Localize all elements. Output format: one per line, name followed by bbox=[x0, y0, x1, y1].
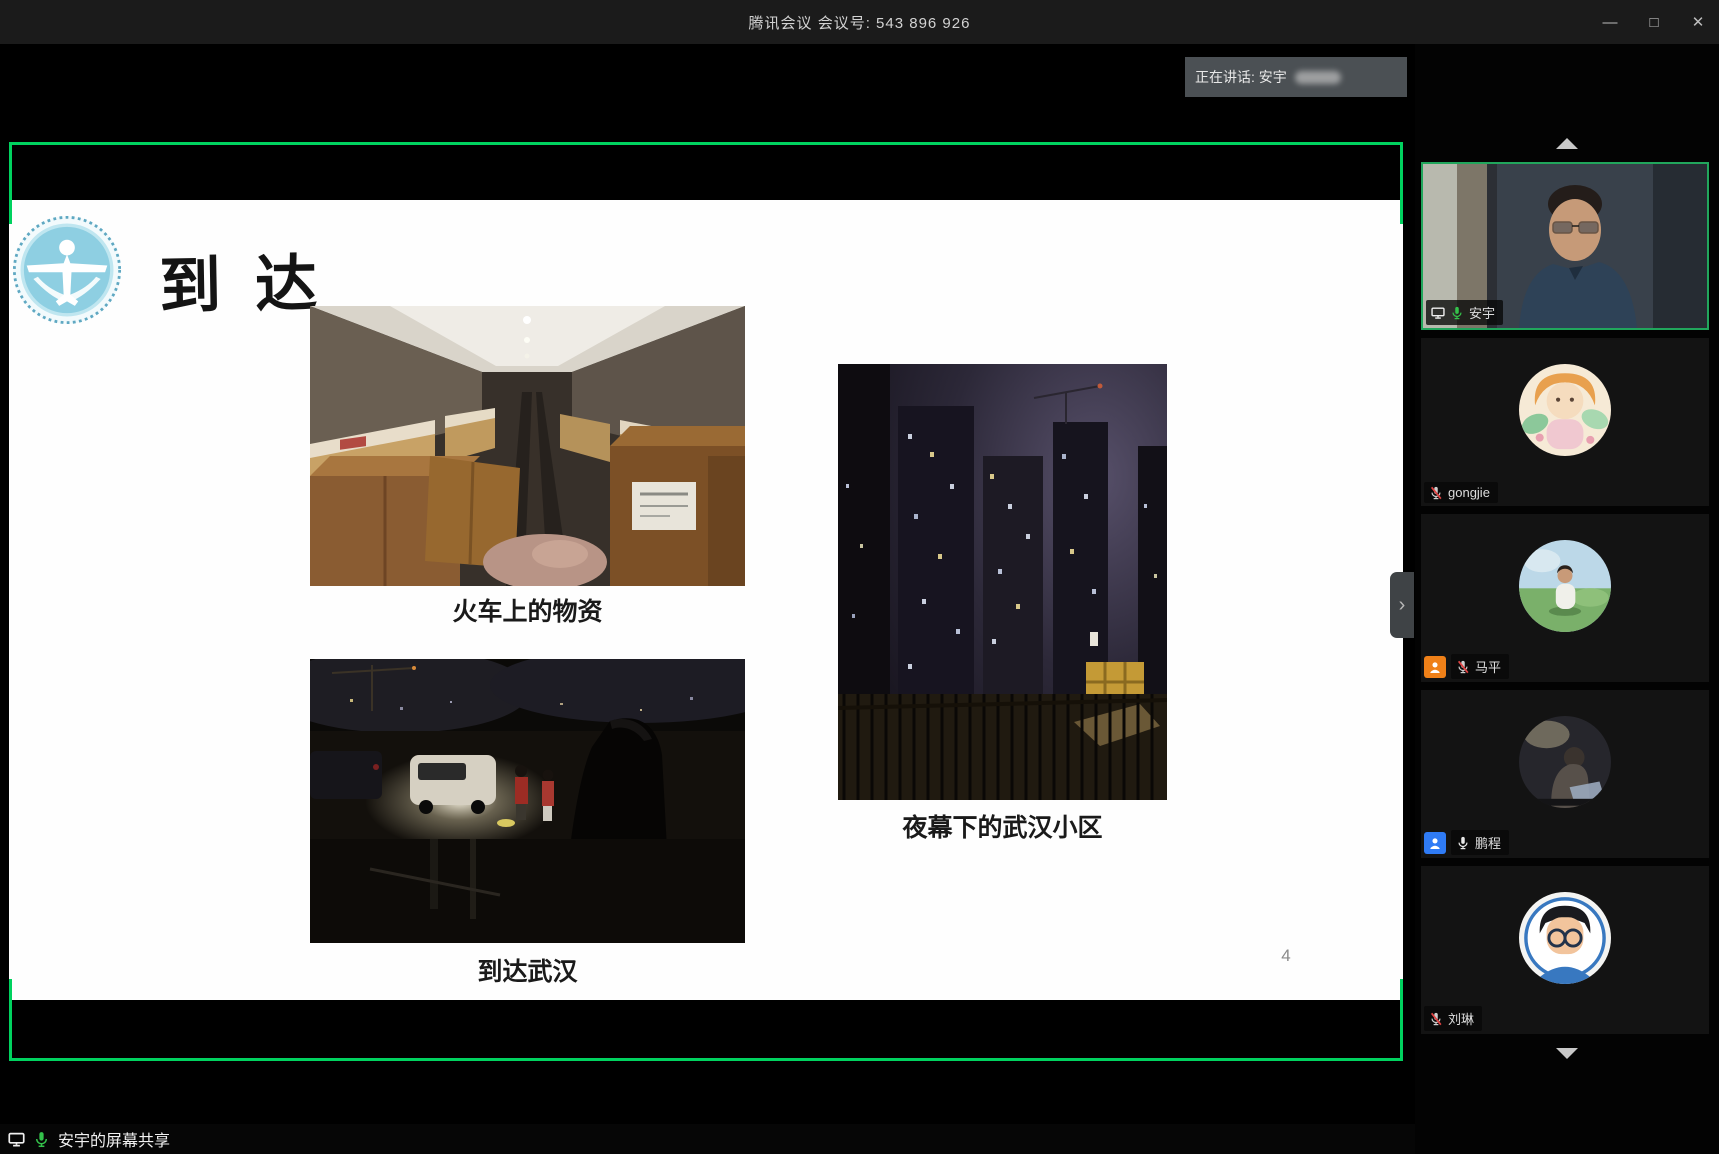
slide-page-number: 4 bbox=[1271, 946, 1301, 966]
participant-tile-gongjie[interactable]: gongjie bbox=[1421, 338, 1709, 506]
caption-night-district: 夜幕下的武汉小区 bbox=[838, 808, 1167, 844]
avatar bbox=[1519, 364, 1611, 456]
avatar bbox=[1519, 540, 1611, 632]
scroll-down-arrow-icon[interactable] bbox=[1556, 1048, 1578, 1059]
participant-tile-liulin[interactable]: 刘琳 bbox=[1421, 866, 1709, 1034]
participant-name: 马平 bbox=[1475, 657, 1501, 676]
screen-share-status-label: 安宇的屏幕共享 bbox=[58, 1127, 170, 1151]
shared-screen-slide: 到达 bbox=[9, 200, 1403, 1000]
avatar bbox=[1519, 892, 1611, 984]
host-badge-icon bbox=[1424, 656, 1446, 678]
cohost-badge-icon bbox=[1424, 832, 1446, 854]
share-frame-corner-bl bbox=[9, 979, 12, 1061]
slide-photo-night-district bbox=[838, 364, 1167, 800]
participants-sidebar: 安宇 bbox=[1415, 44, 1719, 1154]
participant-name: 刘琳 bbox=[1448, 1009, 1474, 1028]
slide-photo-arrival-night bbox=[310, 659, 745, 943]
scroll-up-arrow-icon[interactable] bbox=[1556, 138, 1578, 149]
screen-share-status-bar: 安宇的屏幕共享 bbox=[0, 1124, 1415, 1154]
speaking-indicator-label: 正在讲话: 安宇 bbox=[1195, 67, 1287, 87]
health-commission-logo bbox=[11, 214, 123, 326]
mic-active-icon bbox=[1450, 306, 1464, 320]
share-frame-bottom-line bbox=[9, 1058, 1403, 1061]
participant-tile-anyu[interactable]: 安宇 bbox=[1421, 162, 1709, 330]
minimize-button[interactable]: — bbox=[1601, 14, 1619, 31]
screen-share-icon bbox=[8, 1131, 25, 1148]
caption-arrival: 到达武汉 bbox=[310, 952, 745, 988]
participant-name: 鹏程 bbox=[1475, 833, 1501, 852]
mic-muted-icon bbox=[1429, 486, 1443, 500]
sidebar-collapse-handle[interactable]: › bbox=[1390, 572, 1414, 638]
participant-tile-pengcheng[interactable]: 鹏程 bbox=[1421, 690, 1709, 858]
share-frame-top-line bbox=[9, 142, 1403, 145]
share-frame-corner-br bbox=[1400, 979, 1403, 1061]
mic-muted-icon bbox=[1429, 1012, 1443, 1026]
slide-photo-train-supplies bbox=[310, 306, 745, 586]
share-frame-corner-tr bbox=[1400, 142, 1403, 224]
maximize-button[interactable]: □ bbox=[1645, 14, 1663, 31]
participant-name: 安宇 bbox=[1469, 303, 1495, 322]
mic-active-icon bbox=[33, 1131, 50, 1148]
blurred-speaker-names bbox=[1295, 71, 1341, 84]
tencent-meeting-window: 腾讯会议 会议号: 543 896 926 — □ ✕ 正在讲话: 安宇 bbox=[0, 0, 1719, 1154]
participant-name: gongjie bbox=[1448, 485, 1490, 500]
speaking-indicator-banner: 正在讲话: 安宇 bbox=[1185, 57, 1407, 97]
share-frame-corner-tl bbox=[9, 142, 12, 224]
screen-share-icon bbox=[1431, 306, 1445, 320]
participant-tile-maping[interactable]: 马平 bbox=[1421, 514, 1709, 682]
caption-train-supplies: 火车上的物资 bbox=[310, 592, 745, 628]
mic-muted-icon bbox=[1456, 660, 1470, 674]
mic-on-icon bbox=[1456, 836, 1470, 850]
chevron-right-icon: › bbox=[1399, 594, 1406, 617]
window-titlebar: 腾讯会议 会议号: 543 896 926 — □ ✕ bbox=[0, 0, 1719, 44]
window-controls: — □ ✕ bbox=[1601, 0, 1707, 44]
close-button[interactable]: ✕ bbox=[1689, 13, 1707, 31]
avatar bbox=[1519, 716, 1611, 808]
window-title: 腾讯会议 会议号: 543 896 926 bbox=[749, 12, 971, 33]
